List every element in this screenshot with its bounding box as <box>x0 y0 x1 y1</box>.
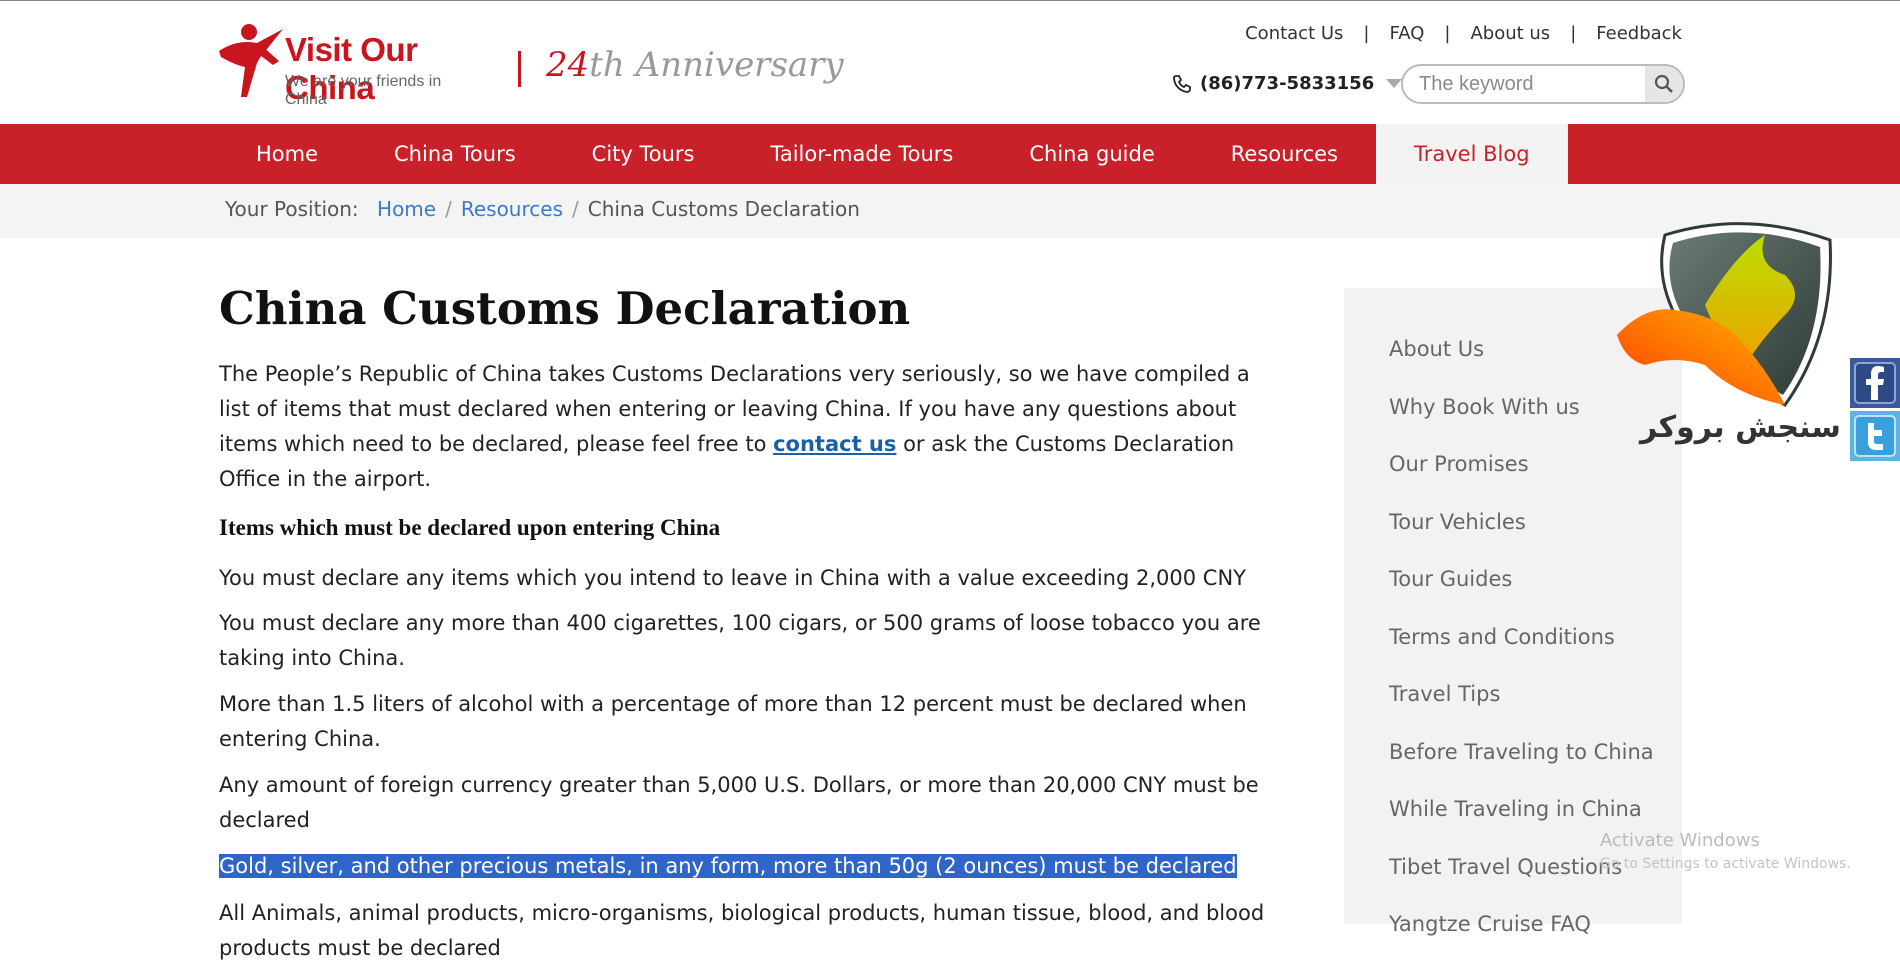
selected-text: Gold, silver, and other precious metals,… <box>219 854 1237 878</box>
link-separator: | <box>1444 23 1451 44</box>
activate-windows-subtitle: Go to Settings to activate Windows. <box>1600 856 1851 872</box>
article: China Customs Declaration The People’s R… <box>219 282 1279 966</box>
site-logo[interactable]: Visit Our China We are your friends in C… <box>217 21 487 108</box>
nav-travel-blog[interactable]: Travel Blog <box>1376 124 1568 184</box>
sidebar-item-yangtze-faq[interactable]: Yangtze Cruise FAQ <box>1389 912 1591 936</box>
broker-badge-text: سنجش بروکر <box>1640 410 1841 445</box>
breadcrumb-label: Your Position: <box>225 197 359 221</box>
nav-city-tours[interactable]: City Tours <box>554 124 733 184</box>
nav-resources[interactable]: Resources <box>1193 124 1376 184</box>
top-links: Contact Us | FAQ | About us | Feedback <box>1245 23 1682 44</box>
sidebar-item-our-promises[interactable]: Our Promises <box>1389 452 1529 476</box>
sidebar-item-terms[interactable]: Terms and Conditions <box>1389 625 1615 649</box>
logo-subtitle: We are your friends in China <box>285 73 442 108</box>
link-separator: | <box>1363 23 1370 44</box>
nav-home[interactable]: Home <box>218 124 356 184</box>
search-input[interactable] <box>1419 66 1639 102</box>
phone-dropdown[interactable]: (86)773-5833156 <box>1172 73 1403 94</box>
anniversary-text: th Anniversary <box>589 45 844 85</box>
page-title: China Customs Declaration <box>219 282 911 335</box>
search-box <box>1401 64 1685 104</box>
nav-china-guide[interactable]: China guide <box>991 124 1192 184</box>
nav-china-tours[interactable]: China Tours <box>356 124 554 184</box>
breadcrumb-resources-link[interactable]: Resources <box>461 197 563 221</box>
contact-us-link[interactable]: Contact Us <box>1245 23 1343 44</box>
search-icon <box>1654 74 1673 93</box>
sidebar-item-before-traveling[interactable]: Before Traveling to China <box>1389 740 1654 764</box>
twitter-share-button[interactable] <box>1850 411 1900 461</box>
logo-divider <box>518 51 521 87</box>
list-item: More than 1.5 liters of alcohol with a p… <box>219 692 1247 751</box>
sidebar-item-about-us[interactable]: About Us <box>1389 337 1484 361</box>
sidebar-item-tour-guides[interactable]: Tour Guides <box>1389 567 1512 591</box>
list-item: All Animals, animal products, micro-orga… <box>219 901 1265 960</box>
nav-tailor-made-tours[interactable]: Tailor-made Tours <box>733 124 992 184</box>
facebook-share-button[interactable] <box>1850 358 1900 408</box>
list-item-selected: Gold, silver, and other precious metals,… <box>219 849 1279 884</box>
anniversary-label: 24th Anniversary <box>546 45 844 85</box>
activate-windows-title: Activate Windows <box>1600 830 1760 851</box>
feedback-link[interactable]: Feedback <box>1596 23 1682 44</box>
breadcrumb-home-link[interactable]: Home <box>377 197 436 221</box>
intro-paragraph: The People’s Republic of China takes Cus… <box>219 357 1279 497</box>
sidebar-item-tibet-questions[interactable]: Tibet Travel Questions <box>1389 855 1622 879</box>
anniversary-number: 24 <box>546 45 590 85</box>
phone-icon <box>1173 74 1191 93</box>
list-item: You must declare any more than 400 cigar… <box>219 611 1261 670</box>
breadcrumb-separator: / <box>445 197 452 221</box>
breadcrumb-separator: / <box>571 197 579 221</box>
section-heading: Items which must be declared upon enteri… <box>219 515 721 540</box>
list-item: You must declare any items which you int… <box>219 566 1246 590</box>
about-us-link[interactable]: About us <box>1470 23 1550 44</box>
sidebar-item-why-book[interactable]: Why Book With us <box>1389 395 1580 419</box>
sidebar-item-travel-tips[interactable]: Travel Tips <box>1389 682 1500 706</box>
contact-us-inline-link[interactable]: contact us <box>773 432 896 456</box>
logo-figure-icon <box>219 24 283 97</box>
phone-number: (86)773-5833156 <box>1200 73 1375 94</box>
sidebar-item-while-traveling[interactable]: While Traveling in China <box>1389 797 1642 821</box>
chevron-down-icon <box>1386 79 1403 88</box>
sidebar-item-tour-vehicles[interactable]: Tour Vehicles <box>1389 510 1526 534</box>
list-item: Any amount of foreign currency greater t… <box>219 773 1259 832</box>
link-separator: | <box>1570 23 1577 44</box>
twitter-icon <box>1854 415 1896 457</box>
breadcrumb-current: China Customs Declaration <box>587 197 860 221</box>
faq-link[interactable]: FAQ <box>1390 23 1425 44</box>
main-nav: Home China Tours City Tours Tailor-made … <box>0 124 1900 184</box>
search-button[interactable] <box>1645 66 1683 102</box>
site-header: Visit Our China We are your friends in C… <box>0 1 1900 124</box>
facebook-icon <box>1854 362 1896 404</box>
